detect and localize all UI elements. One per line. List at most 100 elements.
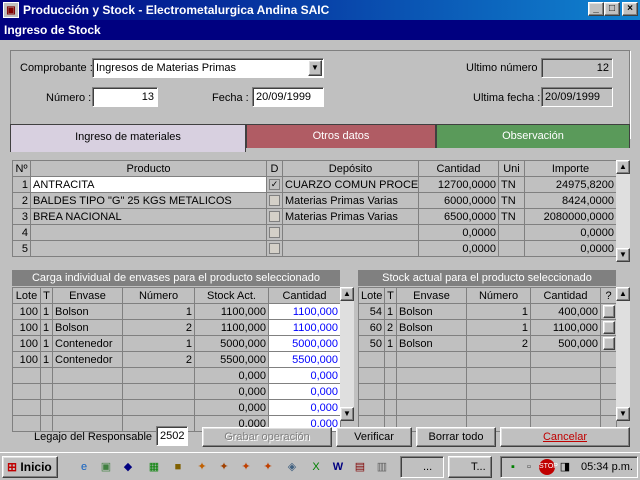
table-row[interactable]: 0,000 0,000	[12, 399, 341, 416]
table-row[interactable]: 0,000 0,000	[12, 383, 341, 400]
select-button-cell[interactable]	[600, 303, 617, 320]
table-row[interactable]: 100 1 Contenedor 2 5500,000 5500,000	[12, 351, 341, 368]
fecha-input[interactable]: 20/09/1999	[252, 87, 324, 107]
volume-icon[interactable]: ◨	[557, 459, 573, 475]
table-row[interactable]: 4 0,0000 0,0000	[12, 224, 617, 241]
deposit-flag-cell[interactable]	[266, 224, 283, 241]
row-select-button[interactable]	[603, 321, 615, 334]
scroll-up-icon[interactable]: ▲	[340, 287, 354, 301]
comprobante-select[interactable]: Ingresos de Materias Primas ▼	[92, 58, 324, 78]
deposit-flag-cell[interactable]	[266, 192, 283, 209]
row-select-button[interactable]	[603, 305, 615, 318]
deposito-cell[interactable]: Materias Primas Varias	[282, 192, 419, 209]
table-row[interactable]	[358, 399, 617, 416]
select-button-cell[interactable]	[600, 335, 617, 352]
cantidad-input-cell[interactable]: 5500,000	[268, 351, 341, 368]
select-button-cell[interactable]	[600, 319, 617, 336]
cantidad-cell[interactable]: 12700,0000	[418, 176, 499, 193]
checkbox[interactable]	[269, 243, 280, 255]
legajo-input[interactable]: 2502	[156, 426, 188, 446]
scroll-up-icon[interactable]: ▲	[616, 160, 630, 174]
quicklaunch-ie-icon[interactable]: e	[76, 459, 92, 475]
grabar-button[interactable]: Grabar operación	[202, 427, 332, 447]
checkbox[interactable]	[269, 227, 280, 239]
select-button-cell[interactable]	[600, 383, 617, 400]
checkbox[interactable]: ✓	[269, 179, 280, 191]
table-row[interactable]	[358, 383, 617, 400]
producto-cell[interactable]: BALDES TIPO "G" 25 KGS METALICOS	[30, 192, 267, 209]
table-row[interactable]: 100 1 Contenedor 1 5000,000 5000,000	[12, 335, 341, 352]
tab-otros-datos[interactable]: Otros datos	[246, 124, 436, 148]
scroll-up-icon[interactable]: ▲	[616, 287, 630, 301]
select-button-cell[interactable]	[600, 399, 617, 416]
tray-app-icon[interactable]: ▫	[521, 459, 537, 475]
task-button-2[interactable]: T...	[448, 456, 492, 478]
stock-scrollbar[interactable]: ▲ ▼	[616, 287, 630, 421]
deposito-cell[interactable]	[282, 240, 419, 257]
quicklaunch-desktop-icon[interactable]: ▣	[98, 459, 114, 475]
stop-icon[interactable]: STOP	[539, 459, 558, 475]
importe-cell[interactable]: 2080000,0000	[524, 208, 617, 225]
importe-cell[interactable]: 8424,0000	[524, 192, 617, 209]
producto-cell[interactable]: BREA NACIONAL	[30, 208, 267, 225]
deposito-cell[interactable]: CUARZO COMUN PROCES	[282, 176, 419, 193]
cantidad-input-cell[interactable]: 0,000	[268, 399, 341, 416]
deposito-cell[interactable]: Materias Primas Varias	[282, 208, 419, 225]
table-row[interactable]: 60 2 Bolson 1 1100,000	[358, 319, 617, 336]
unidad-cell[interactable]: TN	[498, 192, 525, 209]
table-row[interactable]	[358, 367, 617, 384]
unidad-cell[interactable]	[498, 224, 525, 241]
table-row[interactable]: 2 BALDES TIPO "G" 25 KGS METALICOS Materia…	[12, 192, 617, 209]
quicklaunch-folder-icon[interactable]: ■	[170, 459, 186, 475]
numero-input[interactable]: 13	[92, 87, 158, 107]
close-button[interactable]: ×	[622, 2, 638, 16]
quicklaunch-fox-icon[interactable]: ✦	[238, 459, 254, 475]
deposit-flag-cell[interactable]	[266, 240, 283, 257]
unidad-cell[interactable]: TN	[498, 208, 525, 225]
minimize-button[interactable]: _	[588, 2, 604, 16]
deposit-flag-cell[interactable]: ✓	[266, 176, 283, 193]
tab-ingreso-materiales[interactable]: Ingreso de materiales	[10, 124, 246, 152]
checkbox[interactable]	[269, 211, 280, 223]
cantidad-cell[interactable]: 0,0000	[418, 240, 499, 257]
verificar-button[interactable]: Verificar	[336, 427, 412, 447]
table-row[interactable]: 100 1 Bolson 2 1100,000 1100,000	[12, 319, 341, 336]
table-row[interactable]: 54 1 Bolson 1 400,000	[358, 303, 617, 320]
scroll-down-icon[interactable]: ▼	[340, 407, 354, 421]
envases-scrollbar[interactable]: ▲ ▼	[340, 287, 354, 421]
deposit-flag-cell[interactable]	[266, 208, 283, 225]
select-button-cell[interactable]	[600, 351, 617, 368]
materials-scrollbar[interactable]: ▲ ▼	[616, 160, 630, 262]
unidad-cell[interactable]: TN	[498, 176, 525, 193]
scroll-down-icon[interactable]: ▼	[616, 248, 630, 262]
importe-cell[interactable]: 24975,8200	[524, 176, 617, 193]
maximize-button[interactable]: □	[604, 2, 620, 16]
chevron-down-icon[interactable]: ▼	[308, 60, 322, 76]
cantidad-cell[interactable]: 6000,0000	[418, 192, 499, 209]
cantidad-input-cell[interactable]: 1100,000	[268, 319, 341, 336]
producto-cell[interactable]: ANTRACITA	[30, 176, 267, 193]
cantidad-cell[interactable]: 0,0000	[418, 224, 499, 241]
table-row[interactable]: 0,000 0,000	[12, 367, 341, 384]
table-row[interactable]: 100 1 Bolson 1 1100,000 1100,000	[12, 303, 341, 320]
table-row[interactable]: 5 0,0000 0,0000	[12, 240, 617, 257]
quicklaunch-tool-icon[interactable]: ✦	[216, 459, 232, 475]
importe-cell[interactable]: 0,0000	[524, 240, 617, 257]
cantidad-input-cell[interactable]: 1100,000	[268, 303, 341, 320]
unidad-cell[interactable]	[498, 240, 525, 257]
quicklaunch-app-icon[interactable]: ◆	[120, 459, 136, 475]
table-row[interactable]: 3 BREA NACIONAL Materias Primas Varias 6500…	[12, 208, 617, 225]
quicklaunch-app-icon[interactable]: ◈	[284, 459, 300, 475]
select-button-cell[interactable]	[600, 367, 617, 384]
cantidad-input-cell[interactable]: 5000,000	[268, 335, 341, 352]
start-button[interactable]: ⊞ Inicio	[2, 456, 58, 478]
table-row[interactable]: 50 1 Bolson 2 500,000	[358, 335, 617, 352]
cancelar-button[interactable]: Cancelar	[500, 427, 630, 447]
quicklaunch-tool-icon[interactable]: ✦	[194, 459, 210, 475]
borrar-todo-button[interactable]: Borrar todo	[416, 427, 496, 447]
cantidad-input-cell[interactable]: 0,000	[268, 383, 341, 400]
row-select-button[interactable]	[603, 337, 615, 350]
cantidad-cell[interactable]: 6500,0000	[418, 208, 499, 225]
producto-cell[interactable]	[30, 240, 267, 257]
quicklaunch-excel-icon[interactable]: X	[308, 459, 324, 475]
